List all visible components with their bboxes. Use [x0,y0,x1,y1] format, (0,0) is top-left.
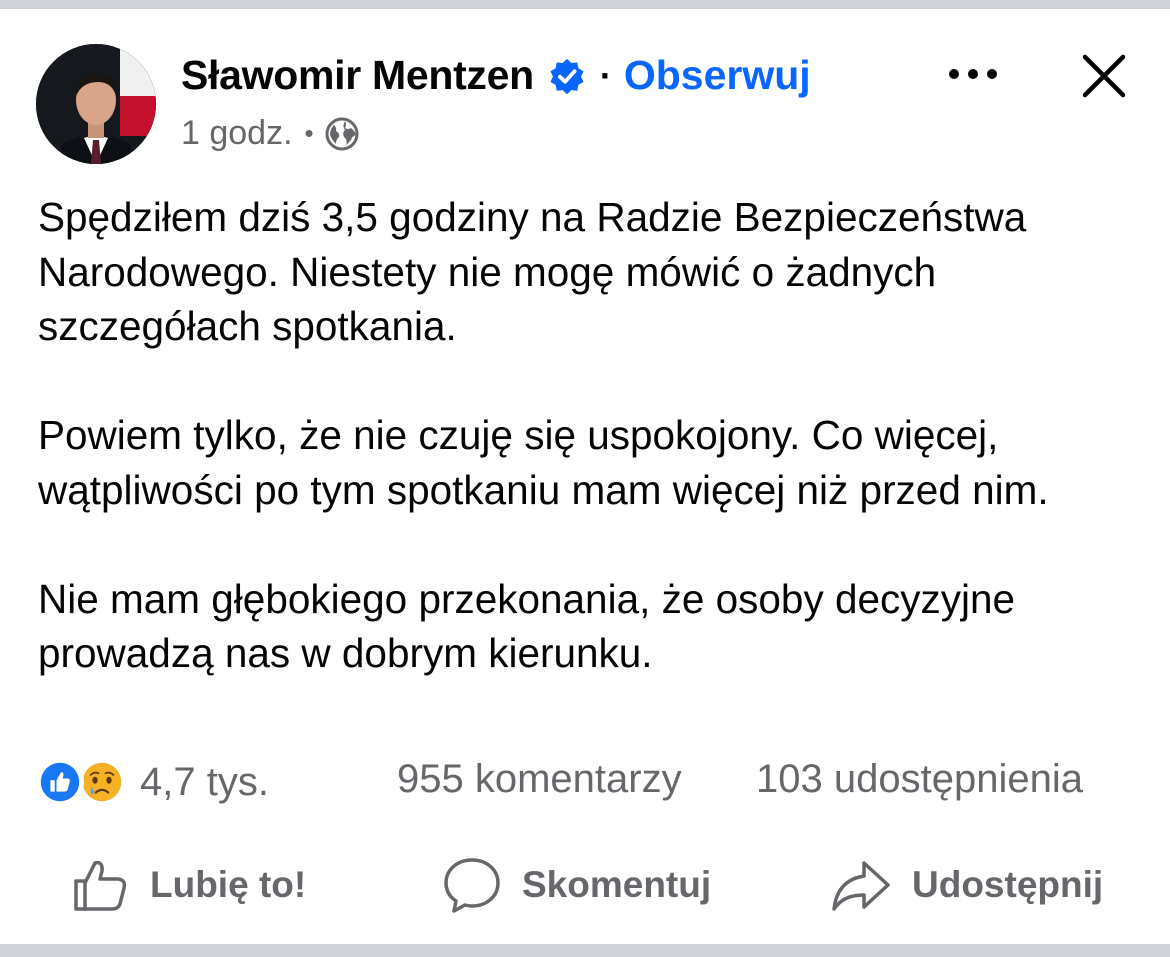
more-options-icon [949,69,997,79]
comment-button[interactable]: Skomentuj [442,850,711,920]
verified-badge-icon [550,58,584,94]
close-icon [1082,54,1126,98]
avatar-photo [36,44,156,164]
sad-reaction-icon [78,758,126,806]
meta-separator: • [304,118,314,148]
header-separator: · [599,54,612,96]
share-label: Udostępnij [912,864,1104,905]
top-divider [0,0,1170,9]
post-paragraph: Powiem tylko, że nie czuję się uspokojon… [38,412,1049,513]
post-paragraph: Spędziłem dziś 3,5 godziny na Radzie Bez… [38,194,1027,349]
share-button[interactable]: Udostępnij [830,850,1103,920]
post-paragraph: Nie mam głębokiego przekonania, że osoby… [38,575,1016,677]
shares-count[interactable]: 103 udostępnienia [756,757,1083,802]
post-timestamp[interactable]: 1 godz. [181,114,293,153]
thumbs-up-icon [74,860,127,911]
like-reaction-icon [36,758,84,806]
reactions-summary[interactable]: 4,7 tys. [36,756,269,808]
post-header: Sławomir Mentzen · Obserwuj [181,52,811,99]
share-arrow-icon [832,861,890,911]
comments-count[interactable]: 955 komentarzy [397,757,682,802]
speech-bubble-icon [444,858,500,913]
globe-icon[interactable] [324,116,360,152]
close-button[interactable] [1078,50,1130,102]
reactions-count[interactable]: 4,7 tys. [140,760,269,805]
avatar[interactable] [36,44,156,164]
comment-label: Skomentuj [522,864,712,905]
post-body: Spędziłem dziś 3,5 godziny na Radzie Bez… [38,190,1138,681]
like-label: Lubię to! [150,864,307,905]
post-meta: 1 godz. • [181,114,360,153]
author-name[interactable]: Sławomir Mentzen [181,52,534,99]
like-button[interactable]: Lubię to! [70,850,306,920]
bottom-divider [0,944,1170,957]
more-options-button[interactable] [942,52,1004,96]
follow-button[interactable]: Obserwuj [624,52,811,99]
